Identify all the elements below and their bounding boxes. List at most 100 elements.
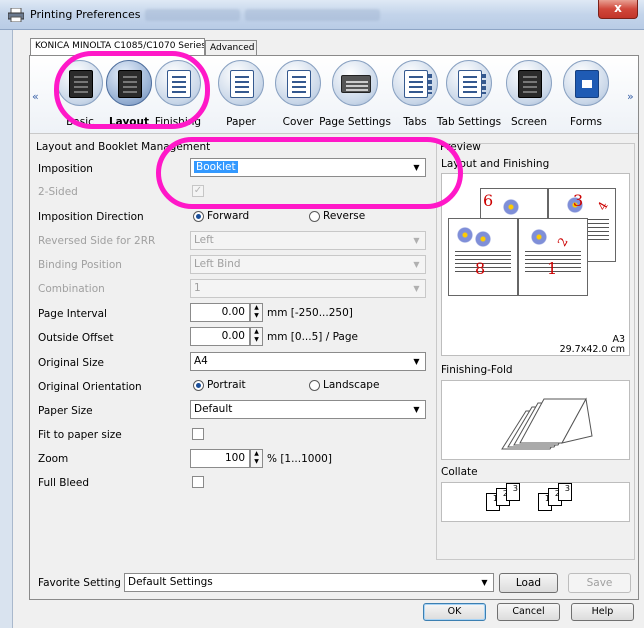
original-size-value: A4 <box>194 355 208 367</box>
landscape-radio[interactable] <box>309 380 320 391</box>
page-number: 8 <box>475 259 486 278</box>
tab-advanced[interactable]: Advanced <box>205 40 257 55</box>
fold-icon <box>501 397 593 450</box>
outside-offset-input[interactable]: 0.00 <box>190 327 250 346</box>
chevron-down-icon: ▼ <box>413 260 420 269</box>
save-button[interactable]: Save <box>568 573 631 593</box>
chevron-down-icon: ▼ <box>481 578 488 587</box>
page-number: 4 <box>594 199 611 213</box>
binding-position-select[interactable]: Left Bind ▼ <box>190 255 426 274</box>
outside-offset-stepper[interactable]: ▲ ▼ <box>250 327 263 346</box>
page-number: 3 <box>573 191 584 210</box>
ok-button[interactable]: OK <box>423 603 486 621</box>
layout-icon <box>118 70 142 98</box>
paper-icon <box>230 70 254 98</box>
favorite-label: Favorite Setting <box>38 577 121 589</box>
two-sided-checkbox[interactable]: ✓ <box>192 185 204 197</box>
reversed-side-select[interactable]: Left ▼ <box>190 231 426 250</box>
imposition-select[interactable]: Booklet ▼ <box>190 158 426 177</box>
feature-screen[interactable]: Screen <box>506 60 552 128</box>
outside-offset-label: Outside Offset <box>38 332 114 344</box>
full-bleed-label: Full Bleed <box>38 477 89 489</box>
feature-paper[interactable]: Paper <box>218 60 264 128</box>
reverse-label: Reverse <box>323 210 366 222</box>
collate-page: 3 <box>506 483 520 501</box>
binding-position-label: Binding Position <box>38 259 122 271</box>
feature-page-settings[interactable]: Page Settings <box>319 60 391 128</box>
imposition-direction-label: Imposition Direction <box>38 211 144 223</box>
zoom-label: Zoom <box>38 453 69 465</box>
page-number: 2 <box>554 235 571 249</box>
scroll-right-icon[interactable]: » <box>627 90 634 103</box>
feature-finishing[interactable]: Finishing <box>155 60 201 128</box>
page-settings-icon <box>341 75 371 93</box>
feature-label: Cover <box>282 116 314 128</box>
window-edge <box>0 30 13 628</box>
collate-preview: 1 2 3 1 2 3 <box>441 482 630 522</box>
feature-label: Layout <box>108 116 150 128</box>
feature-basic[interactable]: Basic <box>57 60 103 128</box>
blurred-title-text <box>145 9 240 21</box>
page-number: 1 <box>547 259 558 278</box>
feature-label: Finishing <box>154 116 202 128</box>
tab-settings-icon <box>458 70 486 98</box>
group-title: Layout and Booklet Management <box>36 141 211 153</box>
screen-icon <box>518 70 542 98</box>
chevron-down-icon: ▼ <box>413 236 420 245</box>
reverse-radio[interactable] <box>309 211 320 222</box>
favorite-select[interactable]: Default Settings ▼ <box>124 573 494 592</box>
favorite-value: Default Settings <box>128 576 213 588</box>
portrait-radio[interactable] <box>193 380 204 391</box>
paper-size-select[interactable]: Default ▼ <box>190 400 426 419</box>
fit-to-paper-checkbox[interactable] <box>192 428 204 440</box>
feature-tab-settings[interactable]: Tab Settings <box>437 60 501 128</box>
outside-offset-unit: mm [0...5] / Page <box>267 331 358 343</box>
page-interval-input[interactable]: 0.00 <box>190 303 250 322</box>
printer-icon <box>8 8 24 22</box>
flower-icon <box>475 231 491 247</box>
finishing-preview <box>441 380 630 460</box>
page-interval-label: Page Interval <box>38 308 107 320</box>
finishing-fold-label: Finishing-Fold <box>441 364 513 376</box>
close-button[interactable]: x <box>598 0 638 19</box>
forward-radio[interactable] <box>193 211 204 222</box>
zoom-input[interactable]: 100 <box>190 449 250 468</box>
feature-label: Tabs <box>403 116 427 128</box>
paper-size-value: Default <box>194 403 233 415</box>
help-button[interactable]: Help <box>571 603 634 621</box>
feature-cover[interactable]: Cover <box>275 60 321 128</box>
original-size-label: Original Size <box>38 357 104 369</box>
combination-value: 1 <box>194 282 201 294</box>
feature-layout[interactable]: Layout <box>106 60 152 128</box>
paper-dimensions: 29.7x42.0 cm <box>559 344 625 355</box>
collate-label: Collate <box>441 466 478 478</box>
tab-printer-model[interactable]: KONICA MINOLTA C1085/C1070 Series PCL <box>30 38 205 55</box>
feature-label: Forms <box>570 116 602 128</box>
cover-icon <box>287 70 311 98</box>
flower-icon <box>503 199 519 215</box>
scroll-left-icon[interactable]: « <box>32 90 39 103</box>
feature-label: Screen <box>510 116 548 128</box>
load-button[interactable]: Load <box>499 573 558 593</box>
feature-forms[interactable]: Forms <box>563 60 609 128</box>
tabs-icon <box>404 70 432 98</box>
combination-select[interactable]: 1 ▼ <box>190 279 426 298</box>
zoom-stepper[interactable]: ▲ ▼ <box>250 449 263 468</box>
layout-preview: 6 3 4 8 1 2 A3 29.7x42.0 cm <box>441 173 630 356</box>
feature-tabs[interactable]: Tabs <box>392 60 438 128</box>
title-bar: Printing Preferences x <box>0 0 644 30</box>
window-title: Printing Preferences <box>30 8 141 21</box>
imposition-value: Booklet <box>194 161 238 173</box>
page-interval-unit: mm [-250...250] <box>267 307 353 319</box>
portrait-label: Portrait <box>207 379 246 391</box>
cancel-button[interactable]: Cancel <box>497 603 560 621</box>
combination-label: Combination <box>38 283 105 295</box>
original-size-select[interactable]: A4 ▼ <box>190 352 426 371</box>
basic-icon <box>69 70 93 98</box>
full-bleed-checkbox[interactable] <box>192 476 204 488</box>
landscape-label: Landscape <box>323 379 380 391</box>
page-interval-stepper[interactable]: ▲ ▼ <box>250 303 263 322</box>
feature-label: Basic <box>66 116 94 128</box>
two-sided-label: 2-Sided <box>38 186 78 198</box>
preview-page: 8 <box>448 218 518 296</box>
